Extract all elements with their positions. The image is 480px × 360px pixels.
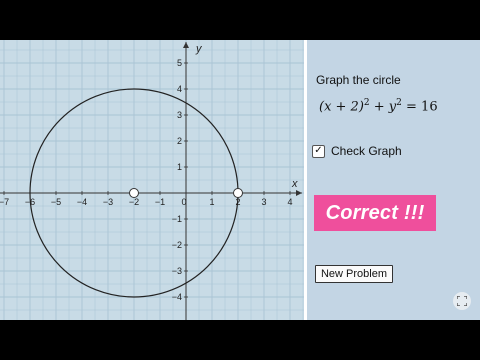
y-tick-label: −2 [172,240,182,250]
y-tick-label: −1 [172,214,182,224]
y-tick-label: −3 [172,266,182,276]
equation-rhs: = 16 [401,99,438,115]
check-graph-label: Check Graph [331,144,402,158]
graph-panel[interactable]: x y −7 −6 −5 −4 −3 −2 −1 0 1 2 3 4 5 4 3 2 1 −1 −2 −3 −4 [0,40,304,320]
check-graph-checkbox[interactable]: ✓ [312,144,325,158]
equation-part-2: + y [369,99,397,115]
check-graph-toggle[interactable]: ✓ Check Graph [312,144,402,158]
y-tick-label: 3 [177,110,182,120]
x-tick-label: −3 [103,197,113,207]
coordinate-plane[interactable]: xy−7 −6 −5 −4 −3 −2 −1 0 1 2 3 454321−1−2−3−4 [0,40,304,320]
y-tick-label: 4 [177,84,182,94]
radius-point-handle[interactable] [233,188,243,198]
x-tick-label: −2 [129,197,139,207]
problem-prompt: Graph the circle [316,73,401,87]
y-tick-label: −4 [172,292,182,302]
y-tick-label: 1 [177,162,182,172]
correct-banner: Correct !!! [314,195,436,231]
circle-equation: (x + 2)2 + y2 = 16 [319,98,438,114]
y-tick-label: 5 [177,58,182,68]
x-tick-label: −7 [0,197,9,207]
x-tick-label: 3 [261,197,266,207]
x-axis-label: x [291,178,298,190]
fullscreen-icon[interactable] [453,292,471,310]
y-tick-label: 2 [177,136,182,146]
new-problem-button[interactable]: New Problem [315,265,393,283]
equation-part-1: (x + 2) [319,99,364,115]
x-tick-label: 0 [181,197,186,207]
center-point-handle[interactable] [129,188,139,198]
x-tick-label: −4 [77,197,87,207]
x-tick-label: 1 [209,197,214,207]
side-panel: Graph the circle (x + 2)2 + y2 = 16 ✓ Ch… [307,40,480,320]
app-window: x y −7 −6 −5 −4 −3 −2 −1 0 1 2 3 4 5 4 3 2 1 −1 −2 −3 −4 Graph… [0,40,480,320]
x-tick-label: −5 [51,197,61,207]
x-tick-label: 4 [287,197,292,207]
x-tick-label: −1 [155,197,165,207]
